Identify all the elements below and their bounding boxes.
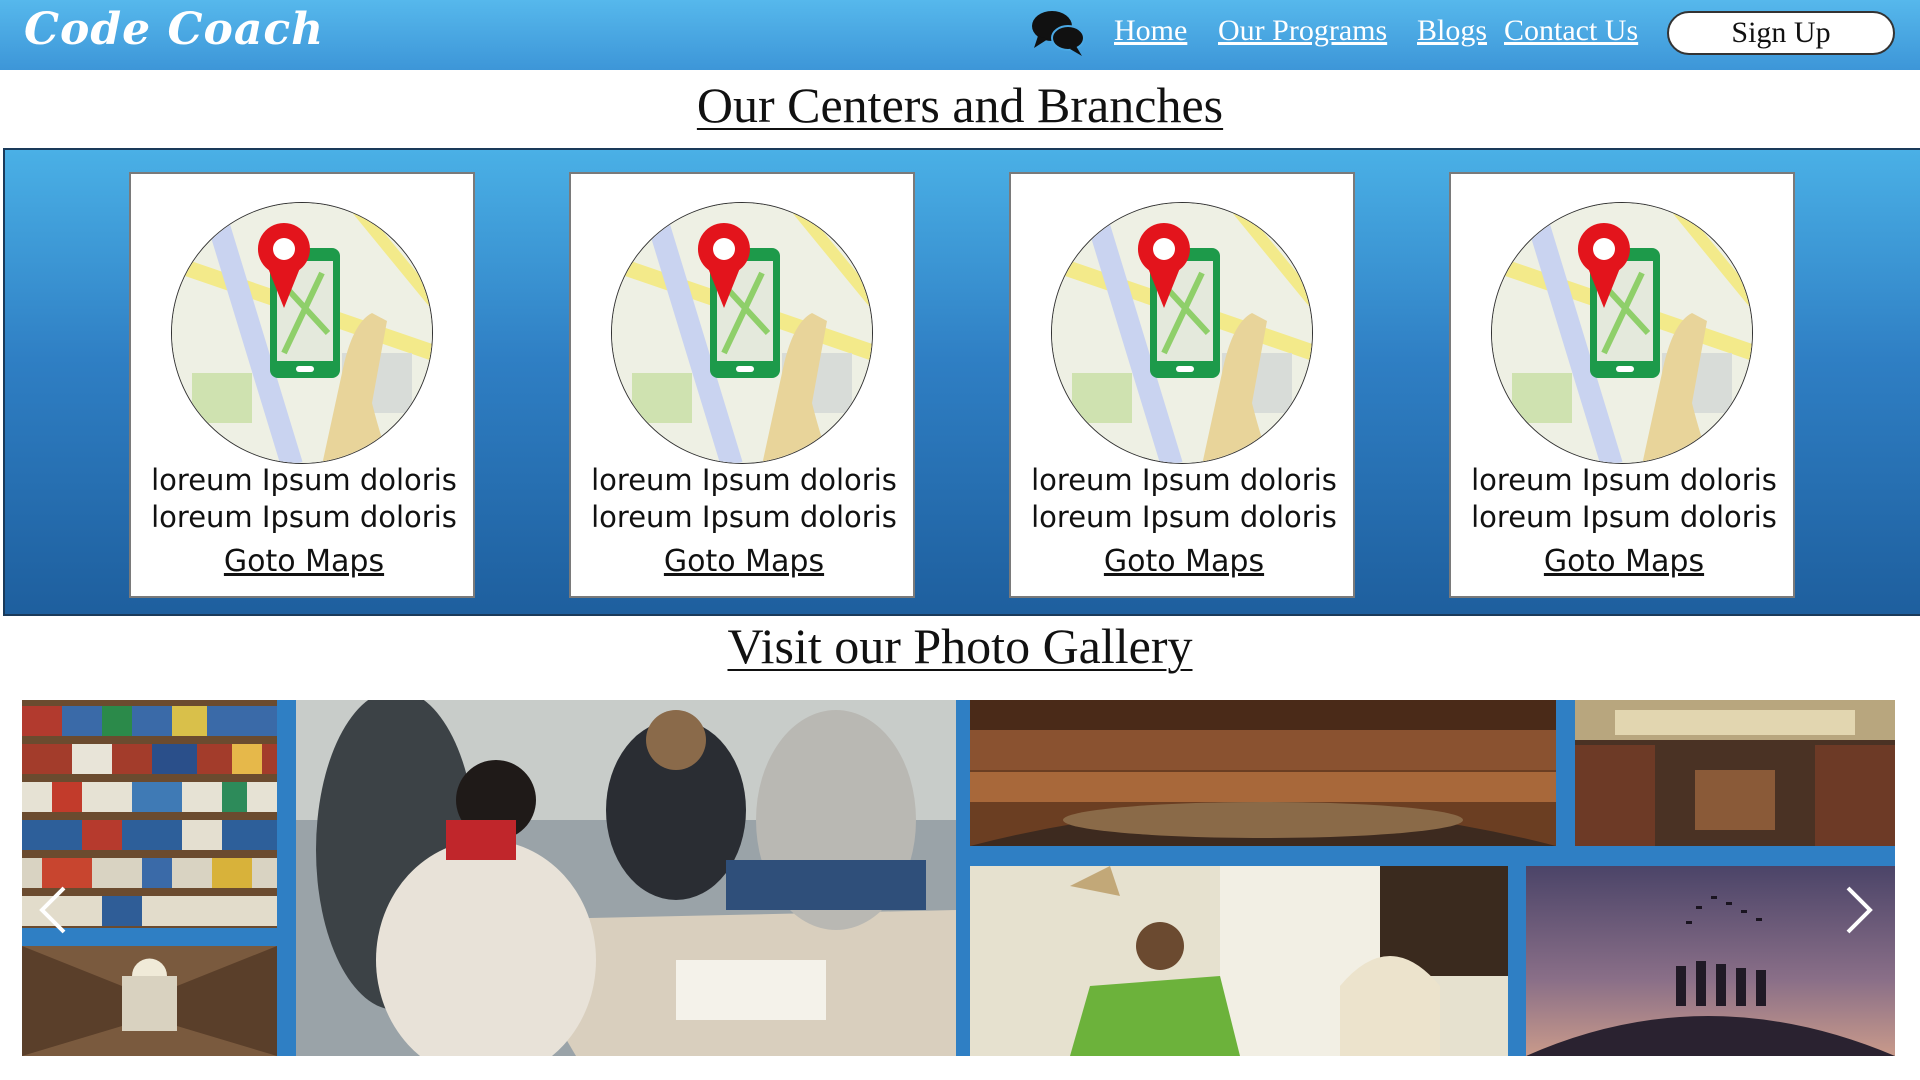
branch-card: loreum Ipsum doloris loreum Ipsum dolori… xyxy=(1449,172,1795,598)
brand-logo[interactable]: Code Coach xyxy=(24,4,324,55)
chat-bubbles-icon[interactable] xyxy=(1030,8,1086,58)
card-text-line: loreum Ipsum doloris xyxy=(591,500,897,534)
branches-section: loreum Ipsum doloris loreum Ipsum dolori… xyxy=(3,148,1920,616)
gallery-photo-circular-library[interactable] xyxy=(970,700,1556,846)
nav-link-blogs[interactable]: Blogs xyxy=(1417,14,1487,48)
map-pin-phone-icon xyxy=(611,202,873,464)
gallery-photo-ornate-library[interactable] xyxy=(1575,700,1895,846)
card-text-line: loreum Ipsum doloris xyxy=(151,463,457,497)
goto-maps-link[interactable]: Goto Maps xyxy=(571,544,917,579)
map-pin-phone-icon xyxy=(171,202,433,464)
photo-gallery xyxy=(22,700,1895,1056)
map-pin-phone-icon xyxy=(1491,202,1753,464)
card-text-line: loreum Ipsum doloris xyxy=(591,463,897,497)
branch-card: loreum Ipsum doloris loreum Ipsum dolori… xyxy=(129,172,475,598)
branch-card: loreum Ipsum doloris loreum Ipsum dolori… xyxy=(569,172,915,598)
card-text-line: loreum Ipsum doloris xyxy=(1031,500,1337,534)
card-text-line: loreum Ipsum doloris xyxy=(151,500,457,534)
branch-card: loreum Ipsum doloris loreum Ipsum dolori… xyxy=(1009,172,1355,598)
card-text-line: loreum Ipsum doloris xyxy=(1031,463,1337,497)
navbar: Code Coach Home Our Programs Blogs Conta… xyxy=(0,0,1920,70)
gallery-photo-students-studying[interactable] xyxy=(296,700,956,1056)
nav-link-our-programs[interactable]: Our Programs xyxy=(1218,14,1387,48)
sign-up-button[interactable]: Sign Up xyxy=(1667,11,1895,55)
map-pin-phone-icon xyxy=(1051,202,1313,464)
goto-maps-link[interactable]: Goto Maps xyxy=(1451,544,1797,579)
nav-link-contact-us[interactable]: Contact Us xyxy=(1504,14,1638,48)
centers-title: Our Centers and Branches xyxy=(696,77,1224,133)
gallery-photo-student-with-books[interactable] xyxy=(970,866,1508,1056)
goto-maps-link[interactable]: Goto Maps xyxy=(1011,544,1357,579)
chevron-left-icon[interactable] xyxy=(34,880,74,940)
card-text-line: loreum Ipsum doloris xyxy=(1471,500,1777,534)
gallery-photo-library-aisle[interactable] xyxy=(22,946,277,1056)
card-text-line: loreum Ipsum doloris xyxy=(1471,463,1777,497)
nav-link-home[interactable]: Home xyxy=(1114,14,1187,48)
chevron-right-icon[interactable] xyxy=(1838,880,1878,940)
goto-maps-link[interactable]: Goto Maps xyxy=(131,544,477,579)
gallery-title: Visit our Photo Gallery xyxy=(727,618,1193,674)
